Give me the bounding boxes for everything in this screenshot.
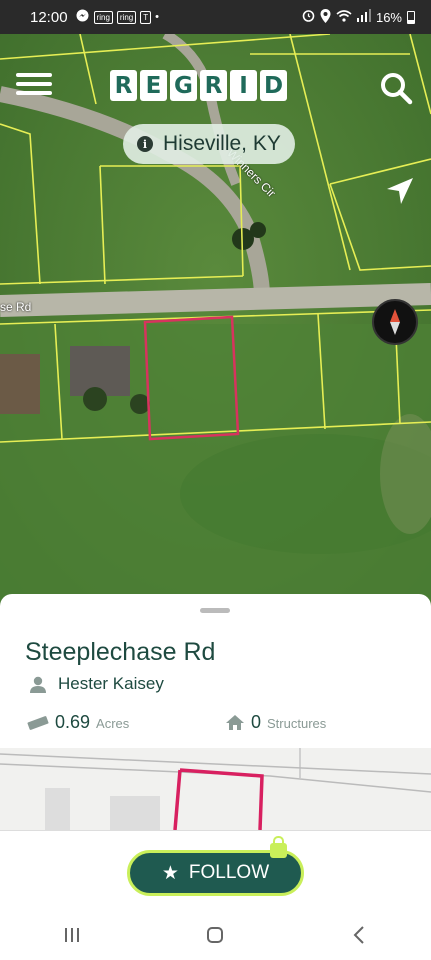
- search-icon: [381, 73, 413, 105]
- menu-button[interactable]: [16, 70, 52, 100]
- search-button[interactable]: [378, 70, 414, 106]
- structures-unit: Structures: [267, 716, 327, 731]
- system-nav-bar: [0, 910, 431, 960]
- navigation-arrow-icon: [387, 178, 413, 204]
- mini-selected-parcel: [173, 768, 264, 830]
- status-time: 12:00: [30, 8, 68, 26]
- person-icon: [30, 676, 46, 693]
- regrid-logo: R E G R I D: [110, 70, 287, 101]
- t-icon: T: [140, 10, 152, 24]
- parcel-mini-map[interactable]: [0, 748, 431, 830]
- sheet-drag-handle[interactable]: [200, 608, 230, 613]
- house: [0, 354, 40, 414]
- logo-letter: E: [140, 70, 167, 101]
- status-bar: 12:00 ring ring T • 16%: [0, 0, 431, 34]
- messenger-icon: [76, 9, 89, 25]
- home-icon: [207, 927, 224, 943]
- signal-icon: [356, 9, 371, 25]
- location-icon: [320, 8, 331, 26]
- owner-name: Hester Kaisey: [58, 674, 164, 693]
- star-icon: ★: [161, 862, 179, 884]
- back-icon: [353, 926, 364, 944]
- logo-letter: I: [230, 70, 257, 101]
- back-button[interactable]: [329, 915, 389, 955]
- ruler-icon: [27, 715, 49, 730]
- location-pill[interactable]: i Hiseville, KY: [123, 124, 295, 164]
- logo-letter: D: [260, 70, 287, 101]
- menu-icon-bar: [16, 82, 52, 86]
- my-location-button[interactable]: [383, 174, 417, 208]
- compass-button[interactable]: [372, 299, 418, 345]
- house-icon: [226, 715, 244, 730]
- structures-value: 0: [251, 712, 262, 732]
- battery-percent: 16%: [375, 9, 402, 25]
- tree: [83, 387, 107, 411]
- parcel-title: Steeplechase Rd: [25, 638, 216, 666]
- parcel-sheet: Steeplechase Rd Hester Kaisey 0.69 Acres…: [0, 594, 431, 910]
- status-right: 16%: [302, 8, 415, 26]
- mini-map-canvas: [0, 748, 431, 830]
- alarm-icon: [302, 9, 315, 25]
- building: [110, 796, 160, 830]
- road-label-steeple: se Rd: [0, 300, 32, 314]
- building: [45, 788, 70, 830]
- logo-letter: R: [200, 70, 227, 101]
- home-button[interactable]: [185, 915, 245, 955]
- acres-stat: 0.69 Acres: [27, 712, 129, 733]
- logo-letter: G: [170, 70, 197, 101]
- owner-row: Hester Kaisey: [30, 674, 164, 694]
- wifi-icon: [336, 9, 352, 25]
- recents-button[interactable]: [42, 915, 102, 955]
- follow-label: FOLLOW: [188, 862, 270, 883]
- ring-icon: ring: [116, 10, 137, 24]
- lock-icon: [270, 836, 287, 858]
- menu-icon-bar: [16, 91, 52, 95]
- recents-icon: [64, 928, 79, 942]
- steeplechase-road: [0, 283, 431, 317]
- dot-icon: •: [155, 11, 159, 23]
- location-label: Hiseville, KY: [163, 132, 281, 155]
- tree: [250, 222, 266, 238]
- structures-stat: 0 Structures: [225, 712, 326, 733]
- compass-icon: [390, 309, 400, 335]
- info-icon: i: [137, 136, 153, 152]
- menu-icon-bar: [16, 73, 52, 77]
- follow-bar: ★ FOLLOW: [0, 830, 431, 910]
- battery-icon: [407, 10, 415, 24]
- acres-unit: Acres: [96, 716, 130, 731]
- acres-value: 0.69: [55, 712, 91, 732]
- ring-icon: ring: [93, 10, 113, 24]
- logo-letter: R: [110, 70, 137, 101]
